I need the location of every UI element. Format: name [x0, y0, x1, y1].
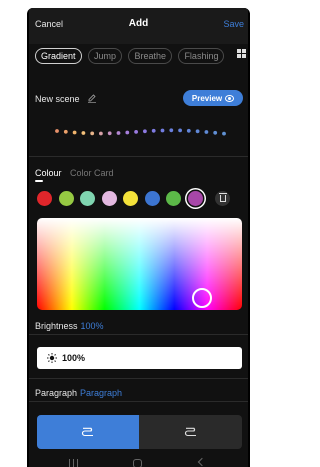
loop-direction-reverse-icon	[184, 427, 196, 437]
color-swatch[interactable]	[80, 191, 95, 206]
direction-right-button[interactable]	[139, 415, 242, 449]
edit-pencil-icon[interactable]	[87, 93, 97, 103]
brightness-value: 100%	[80, 321, 104, 331]
section-divider	[29, 401, 248, 402]
preview-dot	[107, 131, 112, 136]
color-swatch[interactable]	[123, 191, 138, 206]
preview-dot	[186, 128, 191, 133]
app-screen: Cancel Add Save Gradient Jump Breathe Fl…	[29, 8, 248, 467]
mode-flashing[interactable]: Flashing	[178, 48, 225, 64]
preview-dot	[143, 129, 147, 134]
preview-dot	[195, 129, 200, 134]
preview-dot	[178, 128, 182, 133]
preview-dot	[55, 129, 59, 133]
direction-toggle	[37, 415, 242, 449]
section-divider	[29, 378, 248, 379]
direction-left-button[interactable]	[37, 415, 139, 449]
scene-name: New scene	[35, 94, 80, 104]
home-icon[interactable]	[133, 459, 142, 467]
color-swatch[interactable]	[37, 191, 52, 206]
tab-colour[interactable]: Colour	[35, 168, 62, 178]
preview-dot	[160, 128, 165, 133]
sun-icon	[47, 353, 57, 363]
tab-color-card[interactable]: Color Card	[70, 168, 114, 178]
preview-dot	[151, 128, 156, 133]
paragraph-value[interactable]: Paragraph	[80, 388, 122, 398]
preview-label: Preview	[191, 93, 223, 103]
mode-gradient[interactable]: Gradient	[35, 48, 82, 64]
brightness-label: Brightness	[35, 321, 78, 331]
color-swatch[interactable]	[101, 191, 117, 206]
phone-frame: Cancel Add Save Gradient Jump Breathe Fl…	[27, 8, 250, 467]
color-picker-handle[interactable]	[192, 288, 212, 308]
preview-dot	[90, 131, 95, 136]
tab-indicator	[35, 180, 43, 182]
preview-dot	[222, 131, 226, 136]
color-picker-spectrum[interactable]	[37, 218, 242, 310]
paragraph-row: Paragraph Paragraph	[35, 388, 122, 398]
preview-dot	[99, 131, 103, 136]
loop-direction-icon	[81, 427, 93, 437]
back-icon[interactable]	[197, 457, 207, 467]
preview-dot	[169, 128, 174, 133]
eye-icon	[225, 94, 235, 102]
color-swatch[interactable]	[58, 191, 74, 206]
gradient-preview-dots	[55, 128, 226, 136]
mode-tabs: Gradient Jump Breathe Flashing	[35, 46, 245, 64]
preview-dot	[72, 130, 77, 135]
color-swatch[interactable]	[166, 191, 181, 206]
section-divider	[29, 334, 248, 335]
system-nav-bar	[29, 455, 248, 467]
recent-apps-icon[interactable]	[69, 459, 79, 467]
grid-icon[interactable]	[237, 49, 246, 58]
delete-color-button[interactable]	[215, 191, 230, 206]
colour-tabs: Colour Color Card	[35, 168, 120, 178]
preview-dot	[116, 131, 121, 135]
preview-button[interactable]: Preview	[183, 90, 243, 106]
trash-icon	[218, 193, 227, 202]
save-button[interactable]: Save	[223, 19, 244, 29]
mode-breathe[interactable]: Breathe	[128, 48, 172, 64]
color-swatch[interactable]	[187, 191, 203, 206]
brightness-slider[interactable]: 100%	[37, 347, 242, 369]
brightness-row: Brightness 100%	[35, 321, 104, 331]
page-title: Add	[128, 18, 149, 29]
section-divider	[29, 156, 248, 157]
preview-dot	[213, 130, 218, 135]
preview-dot	[134, 130, 138, 134]
preview-dot	[81, 131, 86, 135]
preview-dot	[63, 129, 68, 134]
color-swatch[interactable]	[144, 191, 160, 206]
preview-dot	[125, 130, 130, 135]
preview-dot	[204, 130, 209, 134]
header-bar: Cancel Add Save	[29, 8, 248, 44]
mode-jump[interactable]: Jump	[87, 48, 122, 64]
paragraph-label: Paragraph	[35, 388, 78, 398]
brightness-bar-value: 100%	[62, 353, 86, 363]
